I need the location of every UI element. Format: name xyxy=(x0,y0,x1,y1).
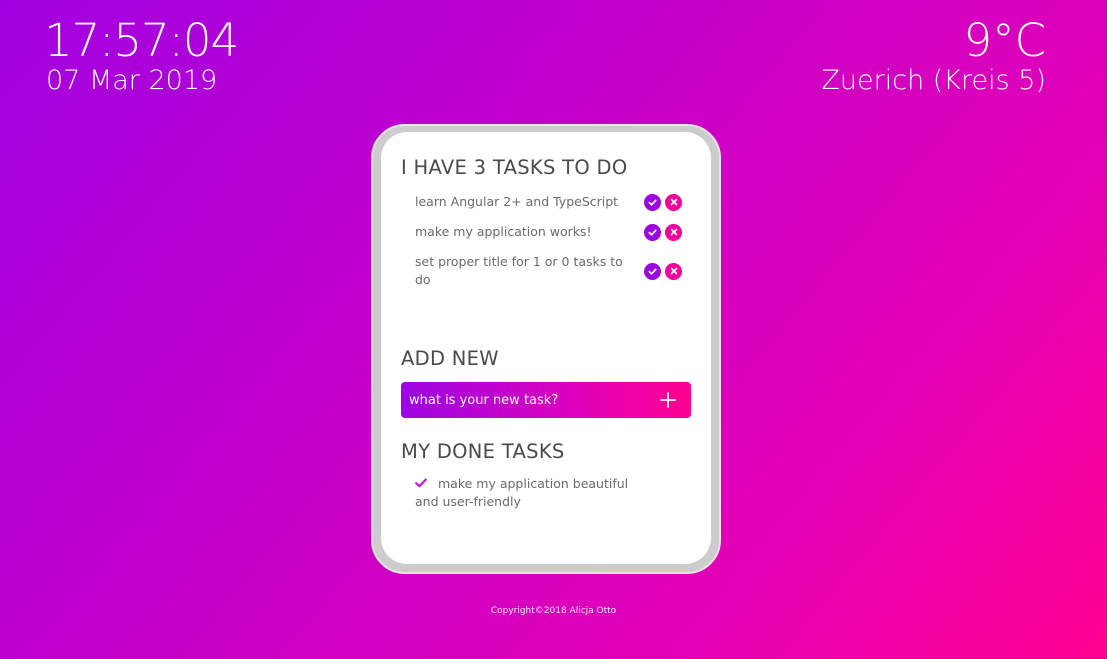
clock-time: 17:57:04 xyxy=(44,14,239,67)
check-circle-icon[interactable] xyxy=(644,262,661,280)
check-icon xyxy=(415,475,428,493)
footer-copyright: Copyright©2018 Alicja Otto xyxy=(490,606,617,616)
weather-temperature: 9°C xyxy=(963,14,1046,67)
add-new-heading: ADD NEW xyxy=(401,347,499,370)
done-list: make my application beautiful and user-f… xyxy=(401,475,691,511)
x-circle-icon[interactable] xyxy=(665,223,682,241)
clock-date: 07 Mar 2019 xyxy=(46,65,218,96)
todo-card: I HAVE 3 TASKS TO DO learn Angular 2+ an… xyxy=(381,132,711,564)
plus-icon[interactable] xyxy=(657,389,679,411)
done-item: make my application beautiful and user-f… xyxy=(415,475,645,511)
todo-list: learn Angular 2+ and TypeScript make my … xyxy=(401,193,691,289)
todo-item: make my application works! xyxy=(401,223,691,241)
weather-location: Zuerich (Kreis 5) xyxy=(821,65,1046,96)
weather-widget: 9°C Zuerich (Kreis 5) xyxy=(821,18,1046,94)
todo-item-text: make my application works! xyxy=(415,224,592,239)
done-item-text: make my application beautiful and user-f… xyxy=(415,476,629,509)
todo-item: set proper title for 1 or 0 tasks to do xyxy=(401,253,691,289)
todo-item-actions xyxy=(644,262,682,280)
todo-heading: I HAVE 3 TASKS TO DO xyxy=(401,156,628,179)
add-task-bar xyxy=(401,382,691,418)
check-circle-icon[interactable] xyxy=(644,223,661,241)
clock-widget: 17:57:04 07 Mar 2019 xyxy=(44,14,239,96)
todo-item-text: learn Angular 2+ and TypeScript xyxy=(415,194,619,209)
todo-item-actions xyxy=(644,223,682,241)
done-tasks-heading: MY DONE TASKS xyxy=(401,440,565,463)
todo-item-actions xyxy=(644,193,682,211)
x-circle-icon[interactable] xyxy=(665,262,682,280)
todo-item-text: set proper title for 1 or 0 tasks to do xyxy=(415,254,623,287)
check-circle-icon[interactable] xyxy=(644,193,661,211)
x-circle-icon[interactable] xyxy=(665,193,682,211)
todo-item: learn Angular 2+ and TypeScript xyxy=(401,193,691,211)
todo-card-frame: I HAVE 3 TASKS TO DO learn Angular 2+ an… xyxy=(371,124,721,574)
new-task-input[interactable] xyxy=(407,391,641,409)
